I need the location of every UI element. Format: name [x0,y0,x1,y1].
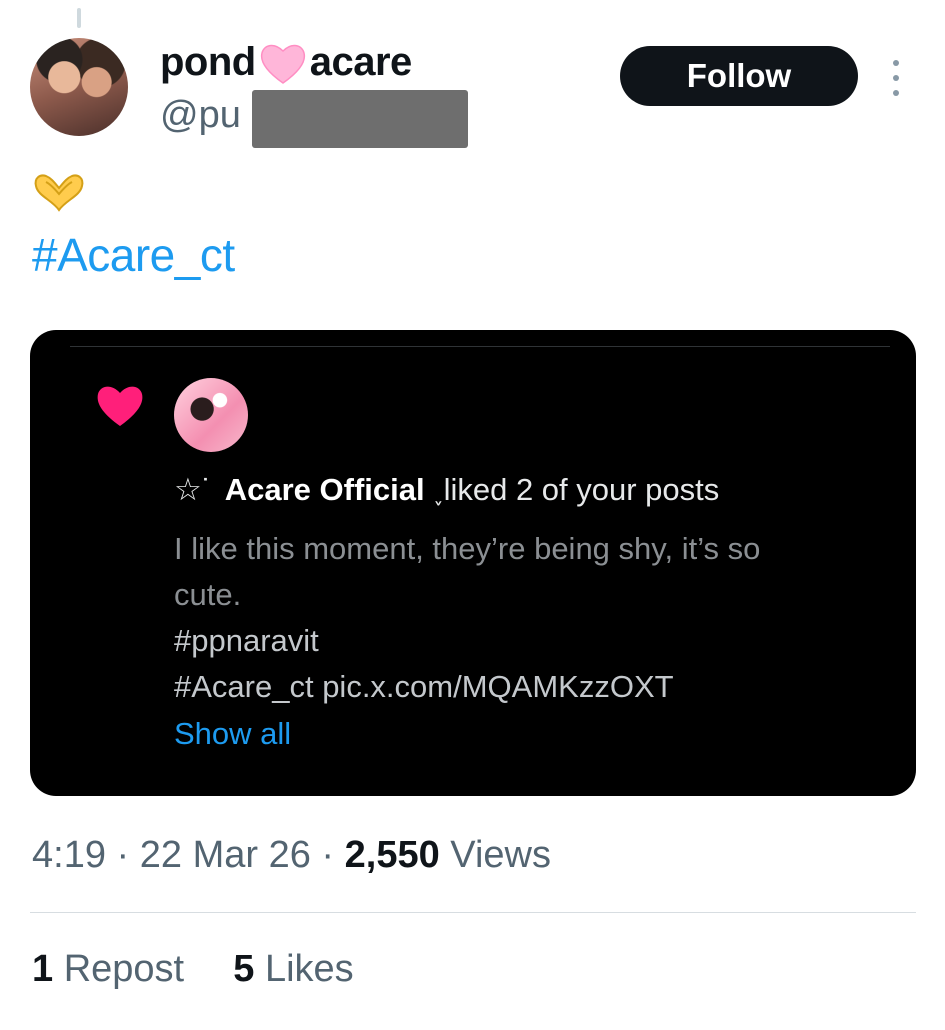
views-label: Views [450,834,551,876]
display-name-part1: pond [160,40,256,84]
star-glyph: ☆˙ [174,472,213,507]
hashtag-link[interactable]: #Acare_ct [32,228,235,282]
reposts-count: 1 [32,948,54,990]
heart-hands-icon [34,174,84,212]
liked-text: ˯liked 2 of your posts [433,472,720,507]
reposts-label: Repost [63,948,185,990]
post-date[interactable]: 22 Mar 26 [140,834,311,876]
pink-heart-icon [260,44,305,84]
likes-link[interactable]: 5 Likes [233,948,353,990]
reposts-link[interactable]: 1 Repost [32,948,184,990]
pink-heart-icon [97,386,143,426]
more-options-icon[interactable] [886,60,906,96]
likes-count: 5 [233,948,255,990]
avatar[interactable] [30,38,128,136]
card-divider [70,346,890,347]
likes-label: Likes [264,948,354,990]
hashtag-link-line: #Acare_ct pic.x.com/MQAMKzzOXT [174,669,674,704]
notification-line: ☆˙ Acare Official ˯liked 2 of your posts [174,472,719,508]
engagement-stats: 1 Repost 5 Likes [32,948,354,991]
post-metadata: 4:19 · 22 Mar 26 · 2,550 Views [32,834,551,877]
separator: · [321,834,335,876]
display-name-part2: acare [309,40,413,84]
display-name[interactable]: pond acare [160,40,412,85]
acare-official-avatar [174,378,248,452]
thread-line [77,8,81,28]
quoted-post-text: I like this moment, they’re being shy, i… [174,526,874,710]
hashtag-line: #ppnaravit [174,623,319,658]
embedded-screenshot[interactable]: ☆˙ Acare Official ˯liked 2 of your posts… [30,330,916,796]
user-handle[interactable]: @pu [160,94,241,137]
show-all-link: Show all [174,716,292,751]
body-line: I like this moment, they’re being shy, i… [174,531,761,566]
account-name: Acare Official [224,472,425,507]
follow-button[interactable]: Follow [620,46,858,106]
redaction-box [252,90,468,148]
separator: · [116,834,130,876]
body-line: cute. [174,577,242,612]
post-time[interactable]: 4:19 [32,834,106,876]
views-count: 2,550 [344,834,440,876]
divider [30,912,916,913]
